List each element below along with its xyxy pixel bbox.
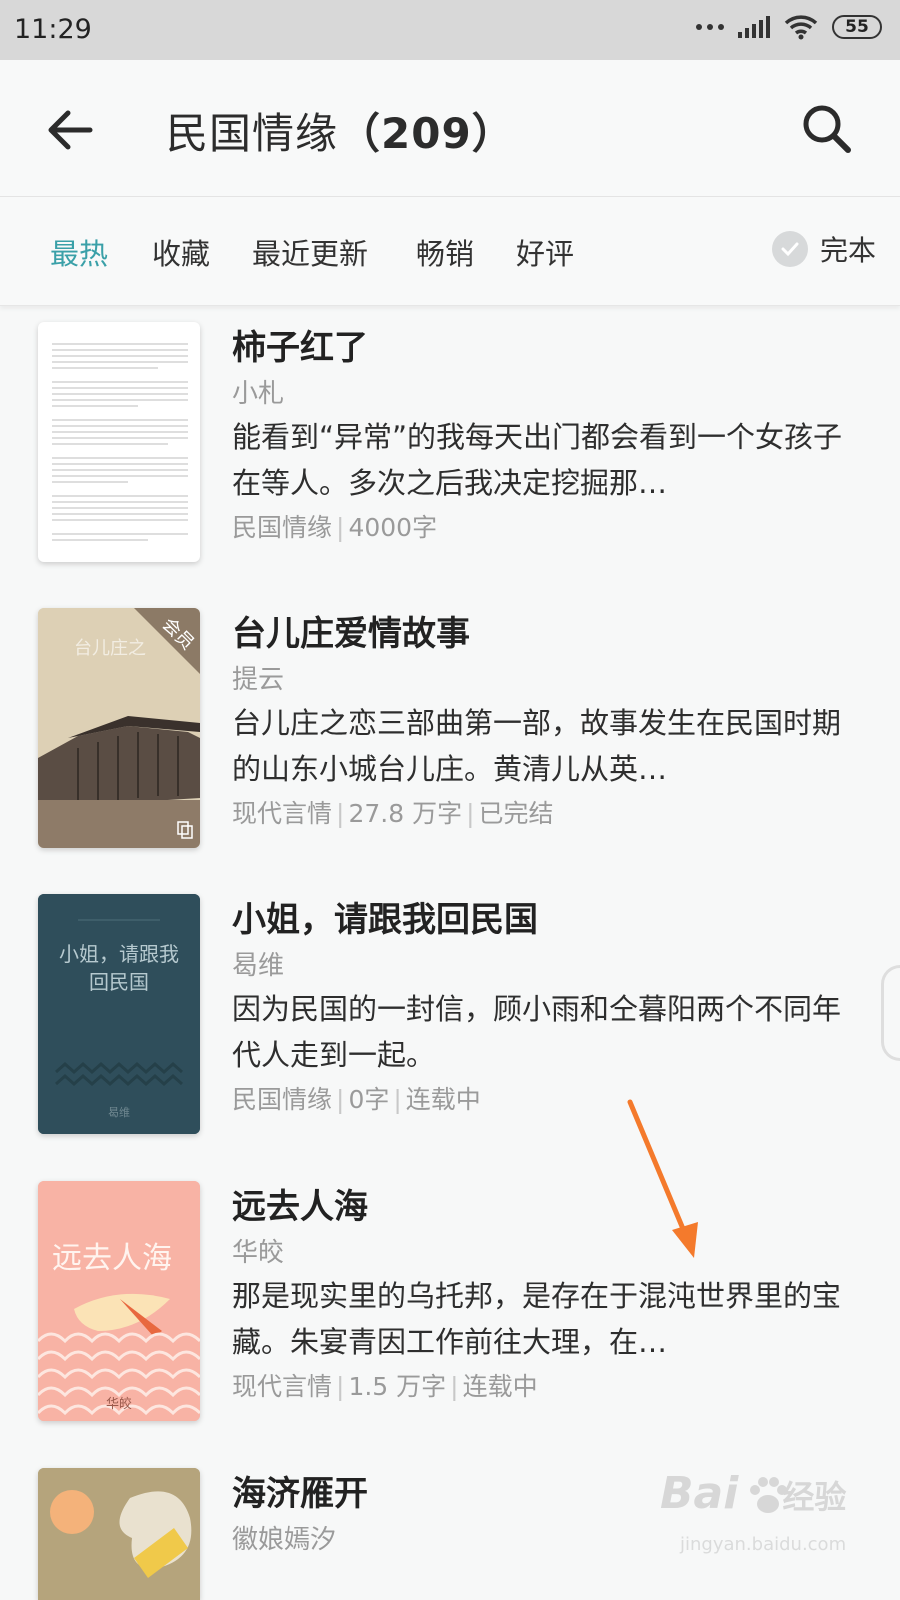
status-bar: 11:29 55 xyxy=(0,0,900,60)
sea-cover-image xyxy=(38,1181,200,1421)
book-meta: 现代言情 | 27.8 万字 | 已完结 xyxy=(232,799,554,828)
signal-icon xyxy=(738,16,770,38)
annotation-arrow-icon xyxy=(627,1099,698,1258)
tab-hottest[interactable]: 最热 xyxy=(50,231,108,273)
abstract-cover-image xyxy=(38,1468,200,1600)
book-word-count: 27.8 万字 xyxy=(348,799,463,828)
book-meta: 民国情缘 | 0字 | 连载中 xyxy=(232,1085,481,1114)
book-meta: 民国情缘 | 4000字 xyxy=(232,513,438,542)
book-word-count: 0字 xyxy=(348,1085,390,1114)
book-word-count: 4000字 xyxy=(348,513,438,542)
book-title[interactable]: 柿子红了 xyxy=(232,322,852,374)
watermark-url: jingyan.baidu.com xyxy=(680,1534,847,1555)
cover-author-text: 曷维 xyxy=(108,1106,130,1119)
book-category: 现代言情 xyxy=(232,1372,333,1401)
book-meta: 现代言情 | 1.5 万字 | 连载中 xyxy=(232,1372,538,1401)
book-title[interactable]: 台儿庄爱情故事 xyxy=(232,608,852,660)
book-category: 民国情缘 xyxy=(232,513,333,542)
status-time: 11:29 xyxy=(14,14,92,45)
wifi-icon xyxy=(784,15,818,40)
book-cover[interactable] xyxy=(38,1468,200,1600)
tab-favorites[interactable]: 收藏 xyxy=(152,231,210,273)
book-info: 小姐，请跟我回民国 曷维 因为民国的一封信，顾小雨和仝暮阳两个不同年代人走到一起… xyxy=(232,894,852,1120)
book-description: 因为民国的一封信，顾小雨和仝暮阳两个不同年代人走到一起。 xyxy=(232,992,842,1072)
book-word-count: 1.5 万字 xyxy=(348,1372,447,1401)
cover-title-text: 台儿庄之 xyxy=(74,638,146,659)
baidu-watermark: Bai 经验 jingyan.baidu.com xyxy=(660,1468,890,1588)
app-header: 民国情缘（209） xyxy=(0,60,900,197)
watermark-brand-text-2: 经验 xyxy=(782,1478,847,1516)
book-item[interactable]: 远去人海 华皎 远去人海 华皎 那是现实里的乌托邦，是存在于混沌世界里的宝藏。朱… xyxy=(0,1181,900,1461)
cover-title-text: 远去人海 xyxy=(52,1241,172,1276)
wave-cover-image xyxy=(38,894,200,1134)
book-item[interactable]: 小姐，请跟我回民国 曷维 小姐，请跟我回民国 曷维 因为民国的一封信，顾小雨和仝… xyxy=(0,894,900,1174)
book-cover[interactable]: 远去人海 华皎 xyxy=(38,1181,200,1421)
page-title: 民国情缘（209） xyxy=(166,100,515,161)
book-title[interactable]: 小姐，请跟我回民国 xyxy=(232,894,852,946)
finished-label: 完本 xyxy=(819,234,876,267)
book-author: 曷维 xyxy=(232,951,285,981)
more-dots-icon xyxy=(696,24,724,30)
book-status: 连载中 xyxy=(405,1085,481,1114)
book-author: 华皎 xyxy=(232,1238,285,1268)
book-description: 那是现实里的乌托邦，是存在于混沌世界里的宝藏。朱宴青因工作前往大理，在… xyxy=(232,1279,842,1359)
back-arrow-icon[interactable] xyxy=(44,104,96,156)
book-author: 提云 xyxy=(232,665,285,695)
filter-bar: 最热 收藏 最近更新 畅销 好评 完本 xyxy=(0,197,900,306)
tab-recent-updates[interactable]: 最近更新 xyxy=(252,231,368,273)
book-category: 民国情缘 xyxy=(232,1085,333,1114)
book-info: 台儿庄爱情故事 提云 台儿庄之恋三部曲第一部，故事发生在民国时期的山东小城台儿庄… xyxy=(232,608,852,834)
book-cover[interactable]: 小姐，请跟我回民国 曷维 xyxy=(38,894,200,1134)
page-title-text: 民国情缘 xyxy=(166,109,339,158)
book-description: 台儿庄之恋三部曲第一部，故事发生在民国时期的山东小城台儿庄。黄清儿从英… xyxy=(232,706,842,786)
tab-bestselling[interactable]: 畅销 xyxy=(416,231,474,273)
search-icon[interactable] xyxy=(798,100,856,158)
palace-cover-image: 台儿庄之 会员 xyxy=(38,608,200,848)
paw-icon xyxy=(750,1477,787,1513)
book-author: 小札 xyxy=(232,379,285,409)
book-cover[interactable] xyxy=(38,322,200,562)
book-item[interactable]: 柿子红了 小札 能看到“异常”的我每天出门都会看到一个女孩子在等人。多次之后我决… xyxy=(0,322,900,602)
cover-author-text: 华皎 xyxy=(105,1397,132,1412)
battery-icon: 55 xyxy=(832,15,882,39)
book-status: 已完结 xyxy=(478,799,554,828)
book-title[interactable]: 远去人海 xyxy=(232,1181,852,1233)
watermark-brand-text: Bai xyxy=(660,1468,739,1519)
text-page-cover-image xyxy=(52,343,188,541)
page-title-count: （209） xyxy=(338,109,515,158)
cover-title-text: 小姐，请跟我回民国 xyxy=(59,942,179,994)
finished-filter-toggle[interactable]: 完本 xyxy=(771,229,876,269)
book-cover[interactable]: 台儿庄之 会员 xyxy=(38,608,200,848)
check-circle-icon xyxy=(771,231,808,267)
tab-top-rated[interactable]: 好评 xyxy=(516,231,574,273)
book-category: 现代言情 xyxy=(232,799,333,828)
book-status: 连载中 xyxy=(462,1372,538,1401)
book-info: 柿子红了 小札 能看到“异常”的我每天出门都会看到一个女孩子在等人。多次之后我决… xyxy=(232,322,852,548)
book-description: 能看到“异常”的我每天出门都会看到一个女孩子在等人。多次之后我决定挖掘那… xyxy=(232,420,843,500)
book-info: 远去人海 华皎 那是现实里的乌托邦，是存在于混沌世界里的宝藏。朱宴青因工作前往大… xyxy=(232,1181,852,1407)
scroll-handle[interactable] xyxy=(881,965,900,1061)
book-item[interactable]: 台儿庄之 会员 台儿庄爱情故事 提云 台儿庄之恋三部曲第一部，故事发生在民国时期… xyxy=(0,608,900,888)
